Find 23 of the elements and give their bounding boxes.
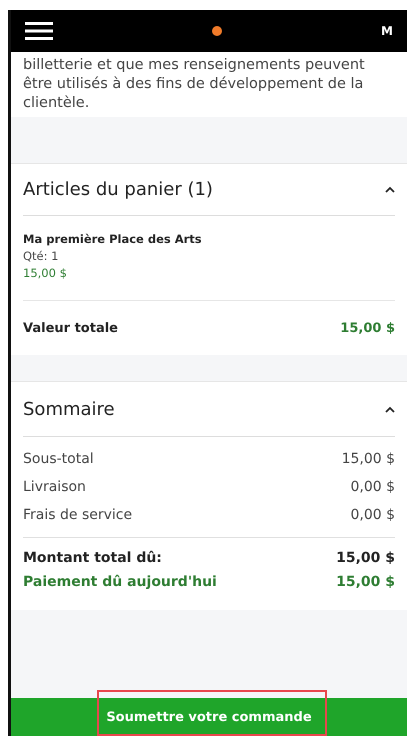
summary-label: Frais de service — [23, 507, 132, 523]
chevron-up-icon[interactable] — [385, 186, 395, 193]
chevron-up-icon[interactable] — [385, 406, 395, 412]
account-initial[interactable]: M — [381, 24, 393, 38]
total-label: Valeur totale — [23, 320, 118, 336]
item-price: 15,00 $ — [23, 266, 68, 280]
summary-label: Sous-total — [23, 451, 94, 467]
logo-icon[interactable] — [212, 26, 222, 36]
item-name: Ma première Place des Arts — [23, 232, 203, 246]
consent-text: billetterie et que mes renseignements peuvent être utilisés à des fins de développement de la clientèle. — [11, 52, 407, 117]
section-title: Articles du panier (1) — [23, 179, 213, 200]
summary-value: 15,00 $ — [336, 550, 395, 566]
summary-label: Livraison — [23, 479, 86, 495]
summary-label: Paiement dû aujourd'hui — [23, 574, 217, 590]
total-value: 15,00 $ — [340, 320, 395, 336]
menu-icon[interactable] — [25, 22, 53, 40]
summary-value: 15,00 $ — [342, 451, 395, 467]
section-title: Sommaire — [23, 398, 115, 420]
summary-label: Montant total dû: — [23, 550, 162, 566]
summary-value: 0,00 $ — [350, 507, 395, 523]
summary-value: 15,00 $ — [336, 574, 395, 590]
summary-value: 0,00 $ — [350, 479, 395, 495]
item-quantity: Qté: 1 — [23, 249, 60, 263]
